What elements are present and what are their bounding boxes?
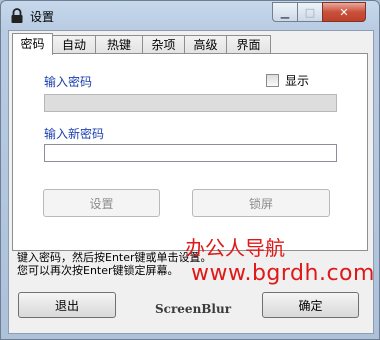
instruction-line: 键入密码，然后按Enter键或单击设置。 bbox=[17, 251, 212, 264]
tab-advanced[interactable]: 高级 bbox=[184, 35, 227, 53]
ok-button[interactable]: 确定 bbox=[262, 292, 359, 318]
window-title: 设置 bbox=[30, 10, 55, 24]
watermark-url: www.bgrdh.com bbox=[191, 261, 375, 286]
title-bar[interactable]: 设置 ▁ □ ✕ bbox=[1, 1, 379, 31]
settings-button-label: 设置 bbox=[89, 196, 114, 211]
settings-button[interactable]: 设置 bbox=[43, 189, 160, 217]
ok-button-label: 确定 bbox=[298, 298, 323, 313]
password-field[interactable] bbox=[44, 94, 337, 112]
enter-password-label: 输入密码 bbox=[44, 75, 93, 89]
tab-hotkeys[interactable]: 热键 bbox=[95, 35, 143, 53]
show-checkbox-box[interactable] bbox=[266, 74, 279, 87]
instructions-text: 键入密码，然后按Enter键或单击设置。 您可以再次按Enter键锁定屏幕。 bbox=[17, 251, 212, 277]
new-password-label: 输入新密码 bbox=[44, 127, 105, 141]
exit-button[interactable]: 退出 bbox=[18, 292, 116, 318]
show-checkbox-label: 显示 bbox=[285, 74, 310, 88]
minimize-icon: ▁ bbox=[280, 5, 290, 19]
tab-misc[interactable]: 杂项 bbox=[142, 35, 185, 53]
tab-auto[interactable]: 自动 bbox=[52, 35, 96, 53]
client-area: 密码 自动 热键 杂项 高级 界面 输入密码 显示 输入新密码 设置 锁屏 键入… bbox=[8, 30, 374, 334]
instruction-line: 您可以再次按Enter键锁定屏幕。 bbox=[17, 264, 179, 277]
settings-window: 设置 ▁ □ ✕ 密码 自动 热键 杂项 高级 界面 输入密码 显示 输入新密码… bbox=[0, 0, 380, 340]
tab-password[interactable]: 密码 bbox=[12, 33, 53, 55]
tab-interface[interactable]: 界面 bbox=[226, 35, 271, 53]
exit-button-label: 退出 bbox=[54, 298, 79, 313]
brand-label: ScreenBlur bbox=[155, 302, 232, 316]
maximize-button: □ bbox=[297, 2, 323, 22]
password-tab-panel: 输入密码 显示 输入新密码 设置 锁屏 bbox=[12, 53, 368, 251]
close-icon: ✕ bbox=[339, 5, 349, 19]
minimize-button[interactable]: ▁ bbox=[272, 2, 298, 22]
lock-screen-button-label: 锁屏 bbox=[248, 196, 273, 211]
show-password-checkbox[interactable]: 显示 bbox=[266, 72, 309, 89]
password-input[interactable] bbox=[45, 95, 336, 111]
maximize-icon: □ bbox=[304, 5, 316, 19]
new-password-field[interactable] bbox=[44, 144, 337, 162]
close-button[interactable]: ✕ bbox=[322, 2, 366, 22]
new-password-input[interactable] bbox=[45, 145, 336, 161]
lock-icon bbox=[11, 8, 23, 23]
watermark-title: 办公人导航 bbox=[185, 236, 285, 260]
lock-screen-button[interactable]: 锁屏 bbox=[192, 189, 330, 217]
